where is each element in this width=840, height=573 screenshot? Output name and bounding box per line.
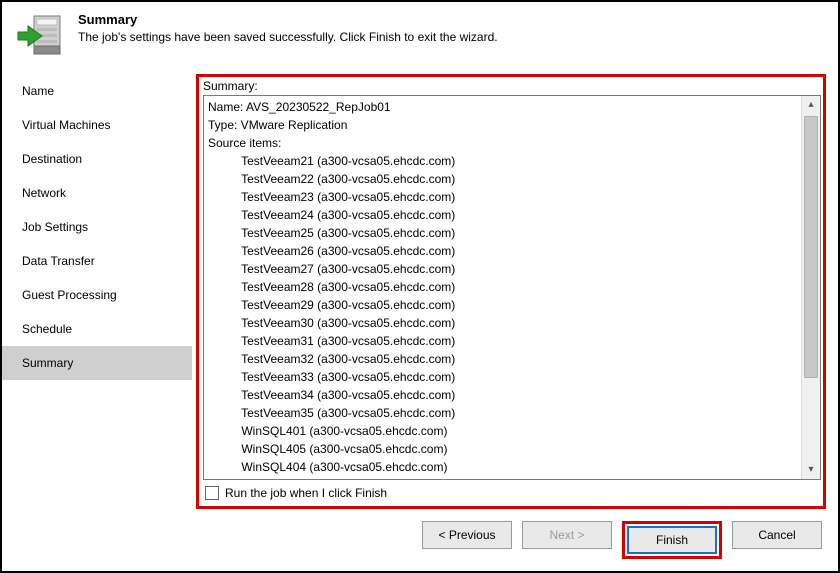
summary-label: Summary: (203, 79, 821, 93)
run-job-on-finish-label[interactable]: Run the job when I click Finish (225, 486, 387, 500)
scroll-thumb[interactable] (804, 116, 818, 378)
wizard-window: Summary The job's settings have been sav… (0, 0, 840, 573)
finish-button[interactable]: Finish (627, 526, 717, 554)
scroll-up-button[interactable]: ▴ (802, 96, 820, 114)
sidebar-item-network[interactable]: Network (2, 176, 192, 210)
summary-text: Name: AVS_20230522_RepJob01 Type: VMware… (204, 96, 802, 479)
sidebar-item-guest-processing[interactable]: Guest Processing (2, 278, 192, 312)
summary-scrollbar[interactable]: ▴ ▾ (801, 96, 820, 479)
finish-button-highlight: Finish (622, 521, 722, 559)
summary-section-highlight: Summary: Name: AVS_20230522_RepJob01 Typ… (196, 74, 826, 509)
previous-button[interactable]: < Previous (422, 521, 512, 549)
sidebar-item-name[interactable]: Name (2, 74, 192, 108)
page-subtitle: The job's settings have been saved succe… (78, 30, 824, 44)
summary-textbox[interactable]: Name: AVS_20230522_RepJob01 Type: VMware… (203, 95, 821, 480)
scroll-down-button[interactable]: ▾ (802, 461, 820, 479)
page-title: Summary (78, 12, 824, 27)
run-job-on-finish-checkbox[interactable] (205, 486, 219, 500)
summary-step-icon (16, 10, 64, 58)
wizard-content: Summary: Name: AVS_20230522_RepJob01 Typ… (192, 68, 838, 511)
wizard-footer: < Previous Next > Finish Cancel (2, 511, 838, 571)
wizard-body: NameVirtual MachinesDestinationNetworkJo… (2, 68, 838, 511)
wizard-header: Summary The job's settings have been sav… (2, 2, 838, 68)
sidebar-item-schedule[interactable]: Schedule (2, 312, 192, 346)
next-button: Next > (522, 521, 612, 549)
sidebar-item-summary[interactable]: Summary (2, 346, 192, 380)
wizard-steps-sidebar: NameVirtual MachinesDestinationNetworkJo… (2, 68, 192, 511)
run-job-on-finish-row: Run the job when I click Finish (203, 480, 821, 502)
cancel-button[interactable]: Cancel (732, 521, 822, 549)
sidebar-item-destination[interactable]: Destination (2, 142, 192, 176)
sidebar-item-job-settings[interactable]: Job Settings (2, 210, 192, 244)
sidebar-item-virtual-machines[interactable]: Virtual Machines (2, 108, 192, 142)
sidebar-item-data-transfer[interactable]: Data Transfer (2, 244, 192, 278)
